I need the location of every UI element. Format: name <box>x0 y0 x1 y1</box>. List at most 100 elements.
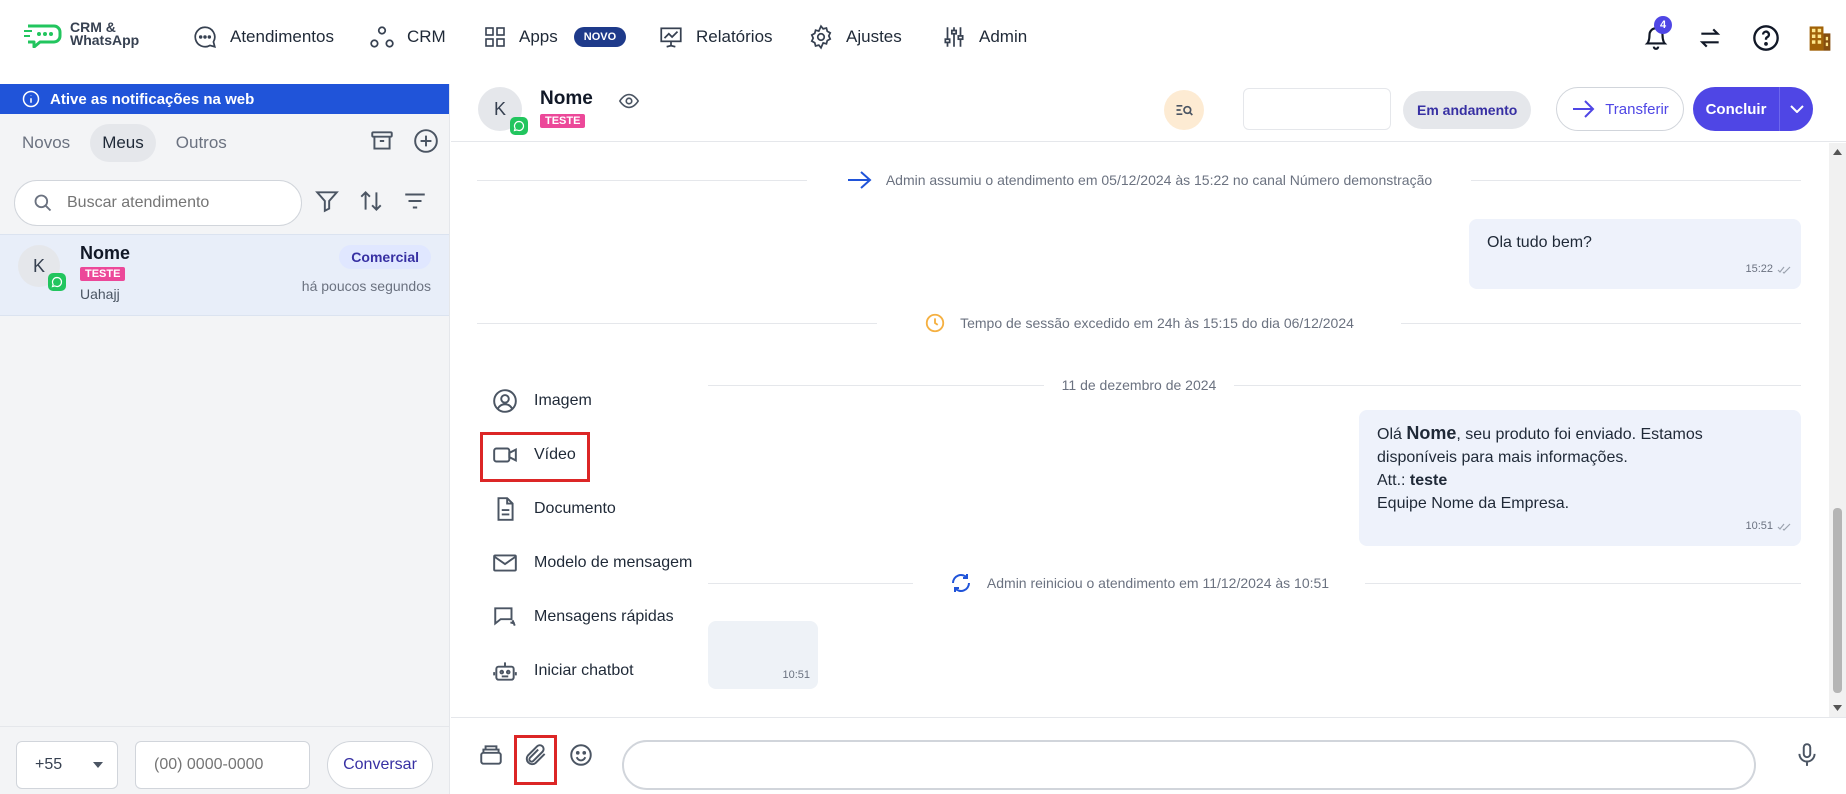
envelope-icon <box>493 554 517 572</box>
message-text: Equipe Nome da Empresa. <box>1377 495 1570 512</box>
scroll-up-icon[interactable] <box>1833 149 1842 155</box>
scrollbar-thumb[interactable] <box>1833 508 1842 693</box>
nav-atendimentos-label: Atendimentos <box>230 27 334 46</box>
country-code-value: +55 <box>35 756 63 773</box>
nav-admin[interactable]: Admin <box>941 22 1027 52</box>
nav-relatorios[interactable]: Relatórios <box>658 22 773 52</box>
concluir-label: Concluir <box>1705 100 1767 118</box>
phone-input[interactable] <box>135 741 310 789</box>
scroll-down-icon[interactable] <box>1833 705 1842 711</box>
search-conversation[interactable] <box>14 180 302 226</box>
system-text: Tempo de sessão excedido em 24h às 15:15… <box>960 315 1354 331</box>
system-message-assumed: Admin assumiu o atendimento em 05/12/202… <box>477 168 1801 192</box>
help-button[interactable] <box>1748 20 1784 56</box>
tab-outros[interactable]: Outros <box>164 124 239 162</box>
menu-label: Iniciar chatbot <box>534 662 634 679</box>
whatsapp-icon <box>510 117 528 135</box>
whatsapp-icon <box>48 273 66 291</box>
message-text: Olá <box>1377 426 1407 443</box>
search-input[interactable] <box>67 194 287 212</box>
menu-item-iniciar-chatbot[interactable]: Iniciar chatbot <box>482 650 644 692</box>
chat-contact-avatar[interactable]: K <box>478 87 528 135</box>
archive-icon[interactable] <box>369 128 395 154</box>
stack-icon <box>480 745 502 765</box>
app-logo[interactable]: CRM & WhatsApp <box>24 20 139 48</box>
clock-icon <box>925 313 945 333</box>
message-bubble[interactable]: Ola tudo bem? 15:22 <box>1469 219 1801 289</box>
view-contact-button[interactable] <box>618 90 640 112</box>
eye-icon <box>618 93 640 109</box>
nav-crm[interactable]: CRM <box>369 22 446 52</box>
tab-actions <box>369 128 439 154</box>
nav-admin-label: Admin <box>979 27 1028 46</box>
chat-scrollbar[interactable] <box>1829 143 1846 717</box>
system-text: Admin assumiu o atendimento em 05/12/202… <box>885 172 1433 188</box>
message-time: 10:51 <box>782 669 810 681</box>
transferir-label: Transferir <box>1605 100 1669 118</box>
switch-button[interactable] <box>1692 20 1728 56</box>
menu-item-imagem[interactable]: Imagem <box>482 380 602 422</box>
concluir-button[interactable]: Concluir <box>1693 87 1813 131</box>
conversations-panel: Ative as notificações na web Novos Meus … <box>0 84 450 794</box>
contact-avatar: K <box>18 245 66 291</box>
incoming-message-bubble[interactable]: 10:51 <box>708 621 818 689</box>
tab-meus[interactable]: Meus <box>90 124 156 162</box>
nav-apps[interactable]: Apps NOVO <box>483 22 627 52</box>
concluir-dropdown[interactable] <box>1779 87 1813 131</box>
emoji-button[interactable] <box>566 740 596 770</box>
chevron-down-icon <box>1789 105 1804 113</box>
transferir-button[interactable]: Transferir <box>1556 87 1684 131</box>
notification-count-badge: 4 <box>1654 16 1672 34</box>
nav-ajustes[interactable]: Ajustes <box>808 22 902 52</box>
conversation-time: há poucos segundos <box>301 278 431 294</box>
sort-icon[interactable] <box>358 188 384 214</box>
contact-tag: TESTE <box>80 267 126 281</box>
nodes-icon <box>370 26 394 48</box>
filter-icon[interactable] <box>314 188 340 214</box>
notifications-button[interactable]: 4 <box>1638 16 1674 56</box>
menu-label: Documento <box>534 500 616 517</box>
refresh-icon <box>951 574 970 592</box>
contact-name: Nome <box>80 243 131 263</box>
list-tools <box>314 188 428 214</box>
menu-item-documento[interactable]: Documento <box>482 488 626 530</box>
tab-novos[interactable]: Novos <box>10 124 82 162</box>
date-text: 11 de dezembro de 2024 <box>1061 377 1217 393</box>
video-highlight-box <box>480 432 590 482</box>
swap-arrows-icon <box>1699 28 1721 48</box>
conversar-button[interactable]: Conversar <box>327 741 433 789</box>
menu-item-modelo-mensagem[interactable]: Modelo de mensagem <box>482 542 702 584</box>
message-input[interactable] <box>622 740 1756 790</box>
message-text: disponíveis para mais informações. <box>1377 449 1628 466</box>
nav-relatorios-label: Relatórios <box>696 27 773 46</box>
caret-down-icon <box>93 762 103 768</box>
nav-atendimentos[interactable]: Atendimentos <box>192 22 334 52</box>
menu-item-mensagens-rapidas[interactable]: Mensagens rápidas <box>482 596 684 638</box>
search-messages-button[interactable] <box>1164 90 1204 130</box>
message-bubble[interactable]: Olá Nome, seu produto foi enviado. Estam… <box>1359 410 1801 546</box>
templates-button[interactable] <box>476 740 506 770</box>
double-check-icon <box>1777 523 1791 531</box>
user-circle-icon <box>493 389 517 413</box>
voice-record-button[interactable] <box>1792 740 1822 770</box>
nav-crm-label: CRM <box>407 27 446 46</box>
list-search-icon <box>1176 105 1193 116</box>
department-select[interactable] <box>1243 88 1391 130</box>
company-button[interactable] <box>1802 20 1838 56</box>
message-bold-text: teste <box>1409 472 1448 489</box>
new-conversation-bar: +55 Conversar <box>0 726 449 794</box>
logo-icon <box>24 24 62 48</box>
country-code-select[interactable]: +55 <box>16 741 118 789</box>
message-composer <box>451 717 1846 794</box>
conversation-item[interactable]: K Nome TESTE Uahajj Comercial há poucos … <box>0 234 449 316</box>
info-icon <box>22 90 40 108</box>
chat-bubble-icon <box>194 26 216 48</box>
quick-message-icon <box>494 607 516 627</box>
message-text: , seu produto foi enviado. Estamos <box>1456 426 1703 443</box>
web-notifications-banner[interactable]: Ative as notificações na web <box>0 84 449 114</box>
sort-lines-icon[interactable] <box>402 188 428 214</box>
add-circle-icon[interactable] <box>413 128 439 154</box>
system-text: Admin reiniciou o atendimento em 11/12/2… <box>986 575 1330 591</box>
chat-contact-tag: TESTE <box>540 114 586 128</box>
last-message: Uahajj <box>80 286 120 302</box>
